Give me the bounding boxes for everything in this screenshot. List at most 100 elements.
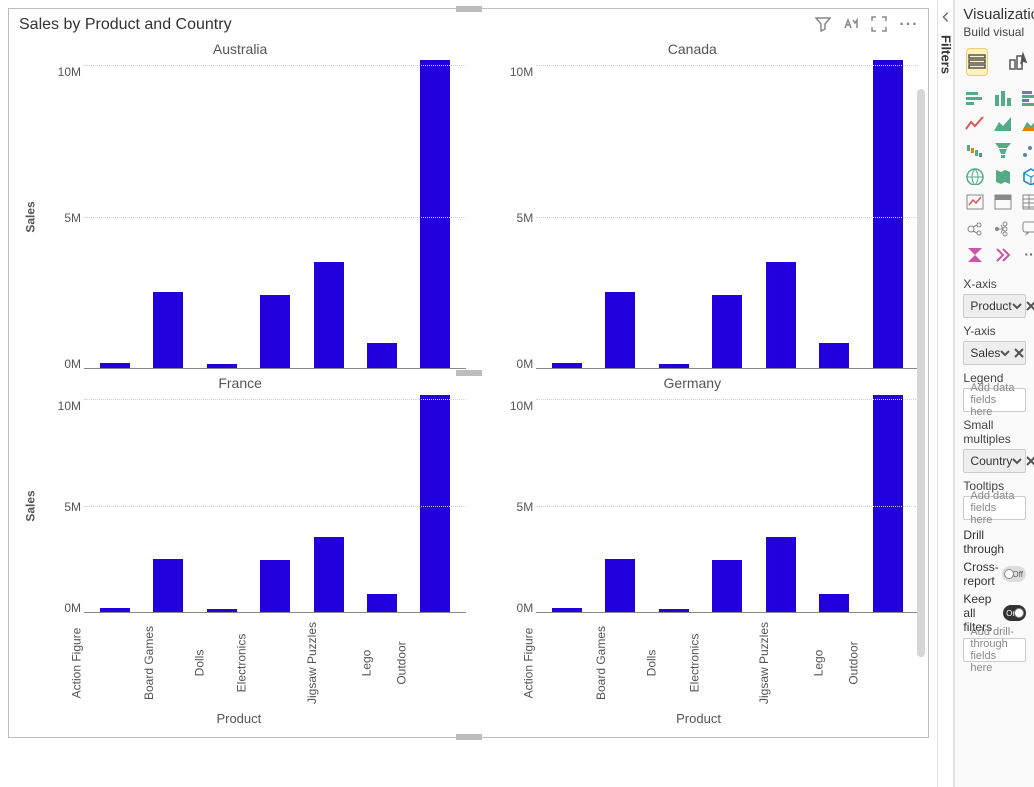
viz-type-waterfall[interactable] <box>963 139 987 161</box>
yaxis-label: Y-axis <box>963 324 1026 338</box>
plot-area <box>84 399 466 613</box>
viz-type-table[interactable] <box>1019 191 1034 213</box>
panel-title: Canada <box>466 41 918 61</box>
bar-electronics[interactable] <box>260 295 290 368</box>
chart-title: Sales by Product and Country <box>19 16 815 34</box>
viz-type-decomposition-tree[interactable] <box>991 217 1015 239</box>
viz-type-stacked-column[interactable] <box>991 87 1015 109</box>
y-tick: 10M <box>48 65 84 77</box>
y-tick: 5M <box>48 500 84 512</box>
viz-type-stacked-area[interactable] <box>1019 113 1034 135</box>
viz-type-get-more-visuals[interactable] <box>991 243 1015 265</box>
bar-board games[interactable] <box>153 559 183 612</box>
bar-action figure[interactable] <box>552 608 582 612</box>
bar-outdoor[interactable] <box>420 395 450 612</box>
tab-build[interactable] <box>967 49 987 75</box>
drillthrough-drop-zone[interactable]: Add drill-through fields here <box>963 638 1026 662</box>
plot-area <box>536 65 918 369</box>
bar-jigsaw puzzles[interactable] <box>314 262 344 368</box>
bar-electronics[interactable] <box>712 560 742 612</box>
legend-drop-zone[interactable]: Add data fields here <box>963 388 1026 412</box>
y-tick: 0M <box>500 357 536 369</box>
viz-type-gallery: 123RPy <box>963 81 1026 271</box>
bar-jigsaw puzzles[interactable] <box>314 537 344 612</box>
y-tick: 0M <box>48 357 84 369</box>
viz-type-line[interactable] <box>963 113 987 135</box>
visual-container[interactable]: Sales by Product and Country Australia S… <box>8 8 929 738</box>
viz-type-qna[interactable] <box>1019 217 1034 239</box>
yaxis-field-name: Sales <box>970 346 1000 360</box>
bar-board games[interactable] <box>605 292 635 368</box>
plot-area <box>536 399 918 613</box>
focus-mode-icon[interactable] <box>871 16 887 35</box>
viz-type-area[interactable] <box>991 113 1015 135</box>
panel-title: France <box>14 375 466 395</box>
tab-format[interactable] <box>1007 49 1027 75</box>
bar-dolls[interactable] <box>207 609 237 612</box>
bar-lego[interactable] <box>819 594 849 612</box>
y-tick: 0M <box>500 601 536 613</box>
chart-panel-canada[interactable]: Canada 10M 5M 0M <box>466 41 918 375</box>
viz-type-azure-map[interactable] <box>1019 165 1034 187</box>
viz-type-kpi[interactable] <box>963 191 987 213</box>
bar-board games[interactable] <box>153 292 183 368</box>
viz-type-key-influencers[interactable] <box>963 217 987 239</box>
viz-type-funnel[interactable] <box>991 139 1015 161</box>
bar-lego[interactable] <box>819 343 849 368</box>
resize-handle-bottom[interactable] <box>456 734 482 740</box>
y-tick: 10M <box>48 399 84 411</box>
chart-panel-australia[interactable]: Australia Sales 10M 5M 0M <box>14 41 466 375</box>
chart-panel-germany[interactable]: Germany 10M 5M 0M Action FigureBoard Gam… <box>466 375 918 709</box>
visual-header: Sales by Product and Country <box>9 9 928 41</box>
bar-outdoor[interactable] <box>873 395 903 612</box>
y-tick: 5M <box>500 500 536 512</box>
bar-board games[interactable] <box>605 559 635 612</box>
expand-filters-icon[interactable] <box>939 10 953 27</box>
cross-report-label: Cross-report <box>963 560 1001 588</box>
bar-action figure[interactable] <box>100 608 130 612</box>
viz-type-scatter[interactable] <box>1019 139 1034 161</box>
bar-electronics[interactable] <box>260 560 290 612</box>
filter-icon[interactable] <box>815 16 831 35</box>
bar-dolls[interactable] <box>659 364 689 368</box>
xaxis-field-pill[interactable]: Product <box>963 294 1026 318</box>
format-tabs <box>963 43 1026 81</box>
bar-lego[interactable] <box>367 594 397 612</box>
bar-action figure[interactable] <box>552 363 582 368</box>
bar-outdoor[interactable] <box>420 60 450 368</box>
bar-jigsaw puzzles[interactable] <box>766 262 796 368</box>
resize-handle-top[interactable] <box>456 6 482 12</box>
spotlight-icon[interactable] <box>843 16 859 35</box>
viz-type-stacked-bar[interactable] <box>963 87 987 109</box>
y-axis-title: Sales <box>24 490 38 521</box>
tooltips-drop-zone[interactable]: Add data fields here <box>963 496 1026 520</box>
report-canvas: Sales by Product and Country Australia S… <box>0 0 937 787</box>
y-tick: 10M <box>500 399 536 411</box>
chart-panel-france[interactable]: France Sales 10M 5M 0M Action FigureBoar… <box>14 375 466 709</box>
smallmult-field-pill[interactable]: Country <box>963 449 1026 473</box>
viz-type-slicer[interactable] <box>991 191 1015 213</box>
cross-report-toggle[interactable]: Off <box>1002 566 1026 582</box>
viz-type-filled-map[interactable] <box>991 165 1015 187</box>
keep-filters-toggle[interactable]: On <box>1003 605 1026 621</box>
viz-type-map[interactable] <box>963 165 987 187</box>
xaxis-label: X-axis <box>963 277 1026 291</box>
viz-type-more-icon[interactable] <box>1019 243 1034 265</box>
scrollbar-vertical[interactable] <box>917 89 925 657</box>
bar-electronics[interactable] <box>712 295 742 368</box>
bar-outdoor[interactable] <box>873 60 903 368</box>
bar-dolls[interactable] <box>659 609 689 612</box>
bar-lego[interactable] <box>367 343 397 368</box>
viz-type-clustered-bar[interactable] <box>1019 87 1034 109</box>
smallmult-field-name: Country <box>970 454 1012 468</box>
more-options-icon[interactable] <box>899 16 918 35</box>
x-tick: Outdoor <box>847 641 947 684</box>
y-axis-title: Sales <box>24 201 38 232</box>
yaxis-field-pill[interactable]: Sales <box>963 341 1026 365</box>
panel-title: Germany <box>466 375 918 395</box>
bar-dolls[interactable] <box>207 364 237 368</box>
bar-jigsaw puzzles[interactable] <box>766 537 796 612</box>
bar-action figure[interactable] <box>100 363 130 368</box>
smallmult-label: Small multiples <box>963 418 1026 446</box>
viz-type-power-automate[interactable] <box>963 243 987 265</box>
